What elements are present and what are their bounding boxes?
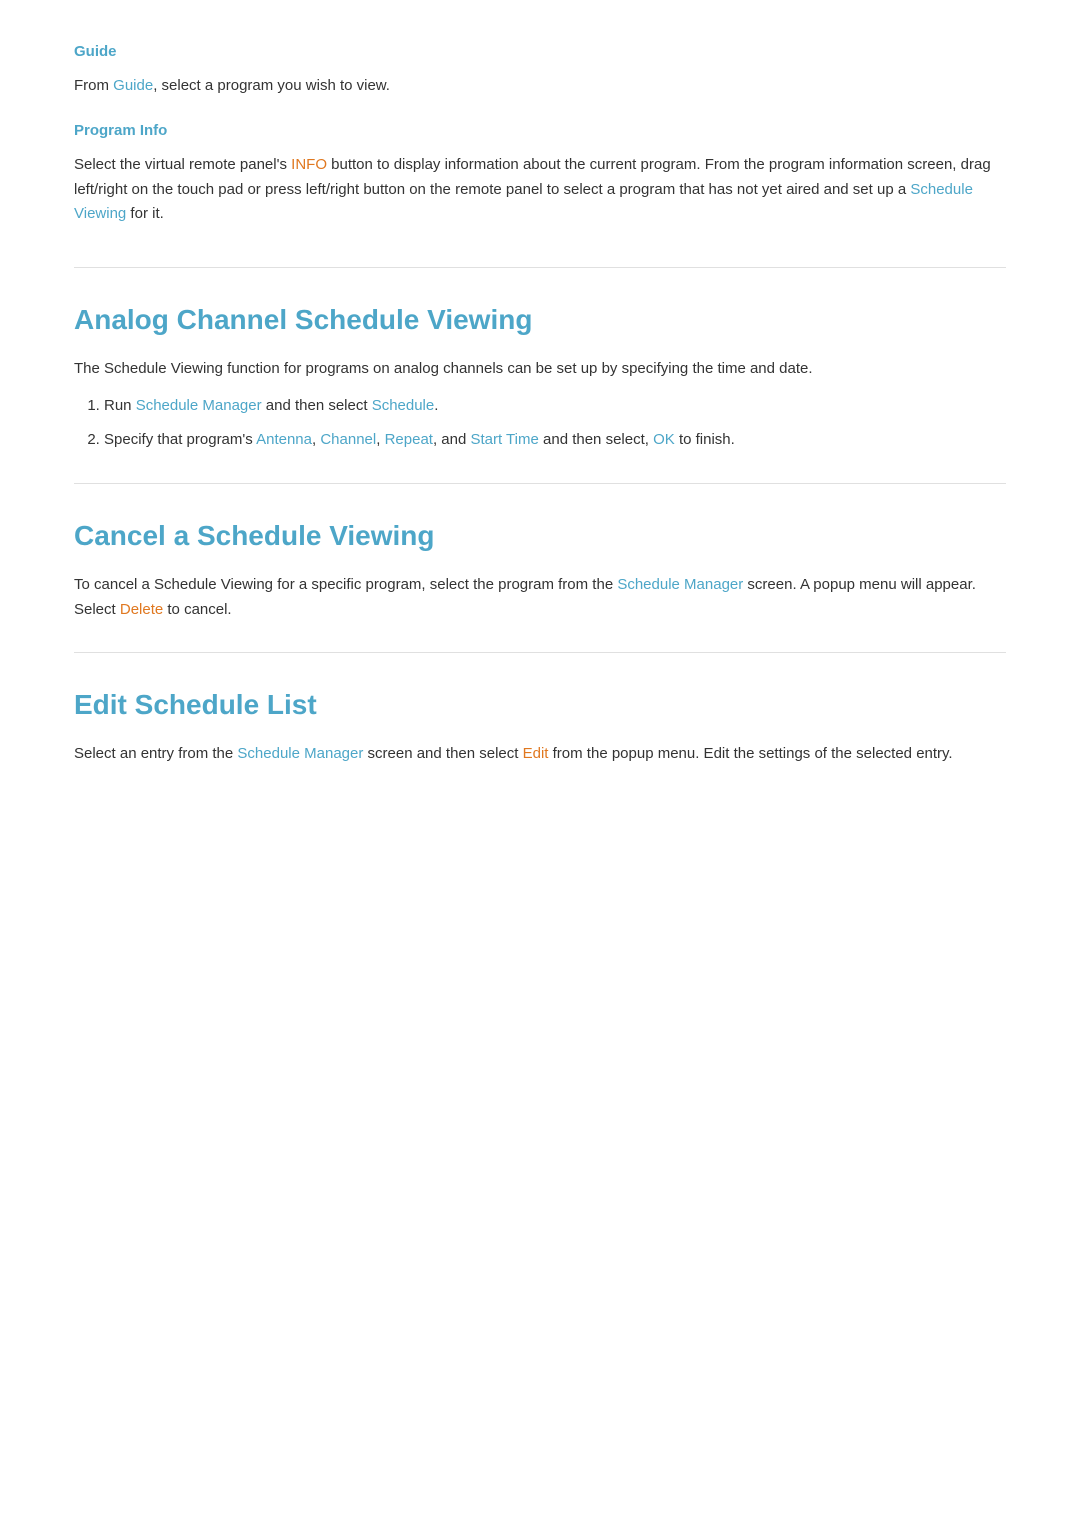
- program-info-body: Select the virtual remote panel's INFO b…: [74, 153, 1006, 227]
- step2-prefix: Specify that program's: [104, 431, 256, 448]
- repeat-link[interactable]: Repeat: [385, 431, 433, 448]
- schedule-manager-link-2[interactable]: Schedule Manager: [617, 576, 743, 593]
- guide-section: Guide From Guide, select a program you w…: [74, 40, 1006, 99]
- step2-middle: , and: [433, 431, 471, 448]
- step1-middle: and then select: [262, 397, 372, 414]
- step1-prefix: Run: [104, 397, 136, 414]
- program-info-suffix: for it.: [126, 205, 164, 222]
- start-time-link[interactable]: Start Time: [470, 431, 538, 448]
- delete-link[interactable]: Delete: [120, 601, 163, 618]
- edit-schedule-section: Edit Schedule List Select an entry from …: [74, 652, 1006, 767]
- edit-prefix: Select an entry from the: [74, 745, 237, 762]
- step2-suffix: and then select,: [539, 431, 653, 448]
- program-info-prefix: Select the virtual remote panel's: [74, 156, 291, 173]
- guide-body-prefix: From: [74, 77, 113, 94]
- analog-channel-section: Analog Channel Schedule Viewing The Sche…: [74, 267, 1006, 453]
- guide-body-suffix: , select a program you wish to view.: [153, 77, 390, 94]
- guide-body: From Guide, select a program you wish to…: [74, 74, 1006, 99]
- info-link[interactable]: INFO: [291, 156, 327, 173]
- antenna-link[interactable]: Antenna: [256, 431, 312, 448]
- schedule-manager-link-1[interactable]: Schedule Manager: [136, 397, 262, 414]
- channel-link[interactable]: Channel: [320, 431, 376, 448]
- cancel-schedule-heading: Cancel a Schedule Viewing: [74, 483, 1006, 559]
- guide-link[interactable]: Guide: [113, 77, 153, 94]
- analog-channel-steps: Run Schedule Manager and then select Sch…: [104, 394, 1006, 454]
- cancel-suffix: to cancel.: [163, 601, 231, 618]
- edit-middle: screen and then select: [363, 745, 522, 762]
- guide-heading: Guide: [74, 40, 1006, 64]
- ok-link[interactable]: OK: [653, 431, 675, 448]
- analog-channel-heading: Analog Channel Schedule Viewing: [74, 267, 1006, 343]
- schedule-manager-link-3[interactable]: Schedule Manager: [237, 745, 363, 762]
- cancel-prefix: To cancel a Schedule Viewing for a speci…: [74, 576, 617, 593]
- edit-schedule-heading: Edit Schedule List: [74, 652, 1006, 728]
- cancel-schedule-section: Cancel a Schedule Viewing To cancel a Sc…: [74, 483, 1006, 622]
- cancel-schedule-body: To cancel a Schedule Viewing for a speci…: [74, 573, 1006, 623]
- edit-schedule-body: Select an entry from the Schedule Manage…: [74, 742, 1006, 767]
- edit-link[interactable]: Edit: [523, 745, 549, 762]
- analog-step-1: Run Schedule Manager and then select Sch…: [104, 394, 1006, 419]
- analog-step-2: Specify that program's Antenna, Channel,…: [104, 428, 1006, 453]
- program-info-heading: Program Info: [74, 119, 1006, 143]
- step1-suffix: .: [434, 397, 438, 414]
- step2-end: to finish.: [675, 431, 735, 448]
- schedule-link-1[interactable]: Schedule: [372, 397, 435, 414]
- analog-channel-intro: The Schedule Viewing function for progra…: [74, 357, 1006, 382]
- program-info-section: Program Info Select the virtual remote p…: [74, 119, 1006, 227]
- edit-suffix: from the popup menu. Edit the settings o…: [548, 745, 952, 762]
